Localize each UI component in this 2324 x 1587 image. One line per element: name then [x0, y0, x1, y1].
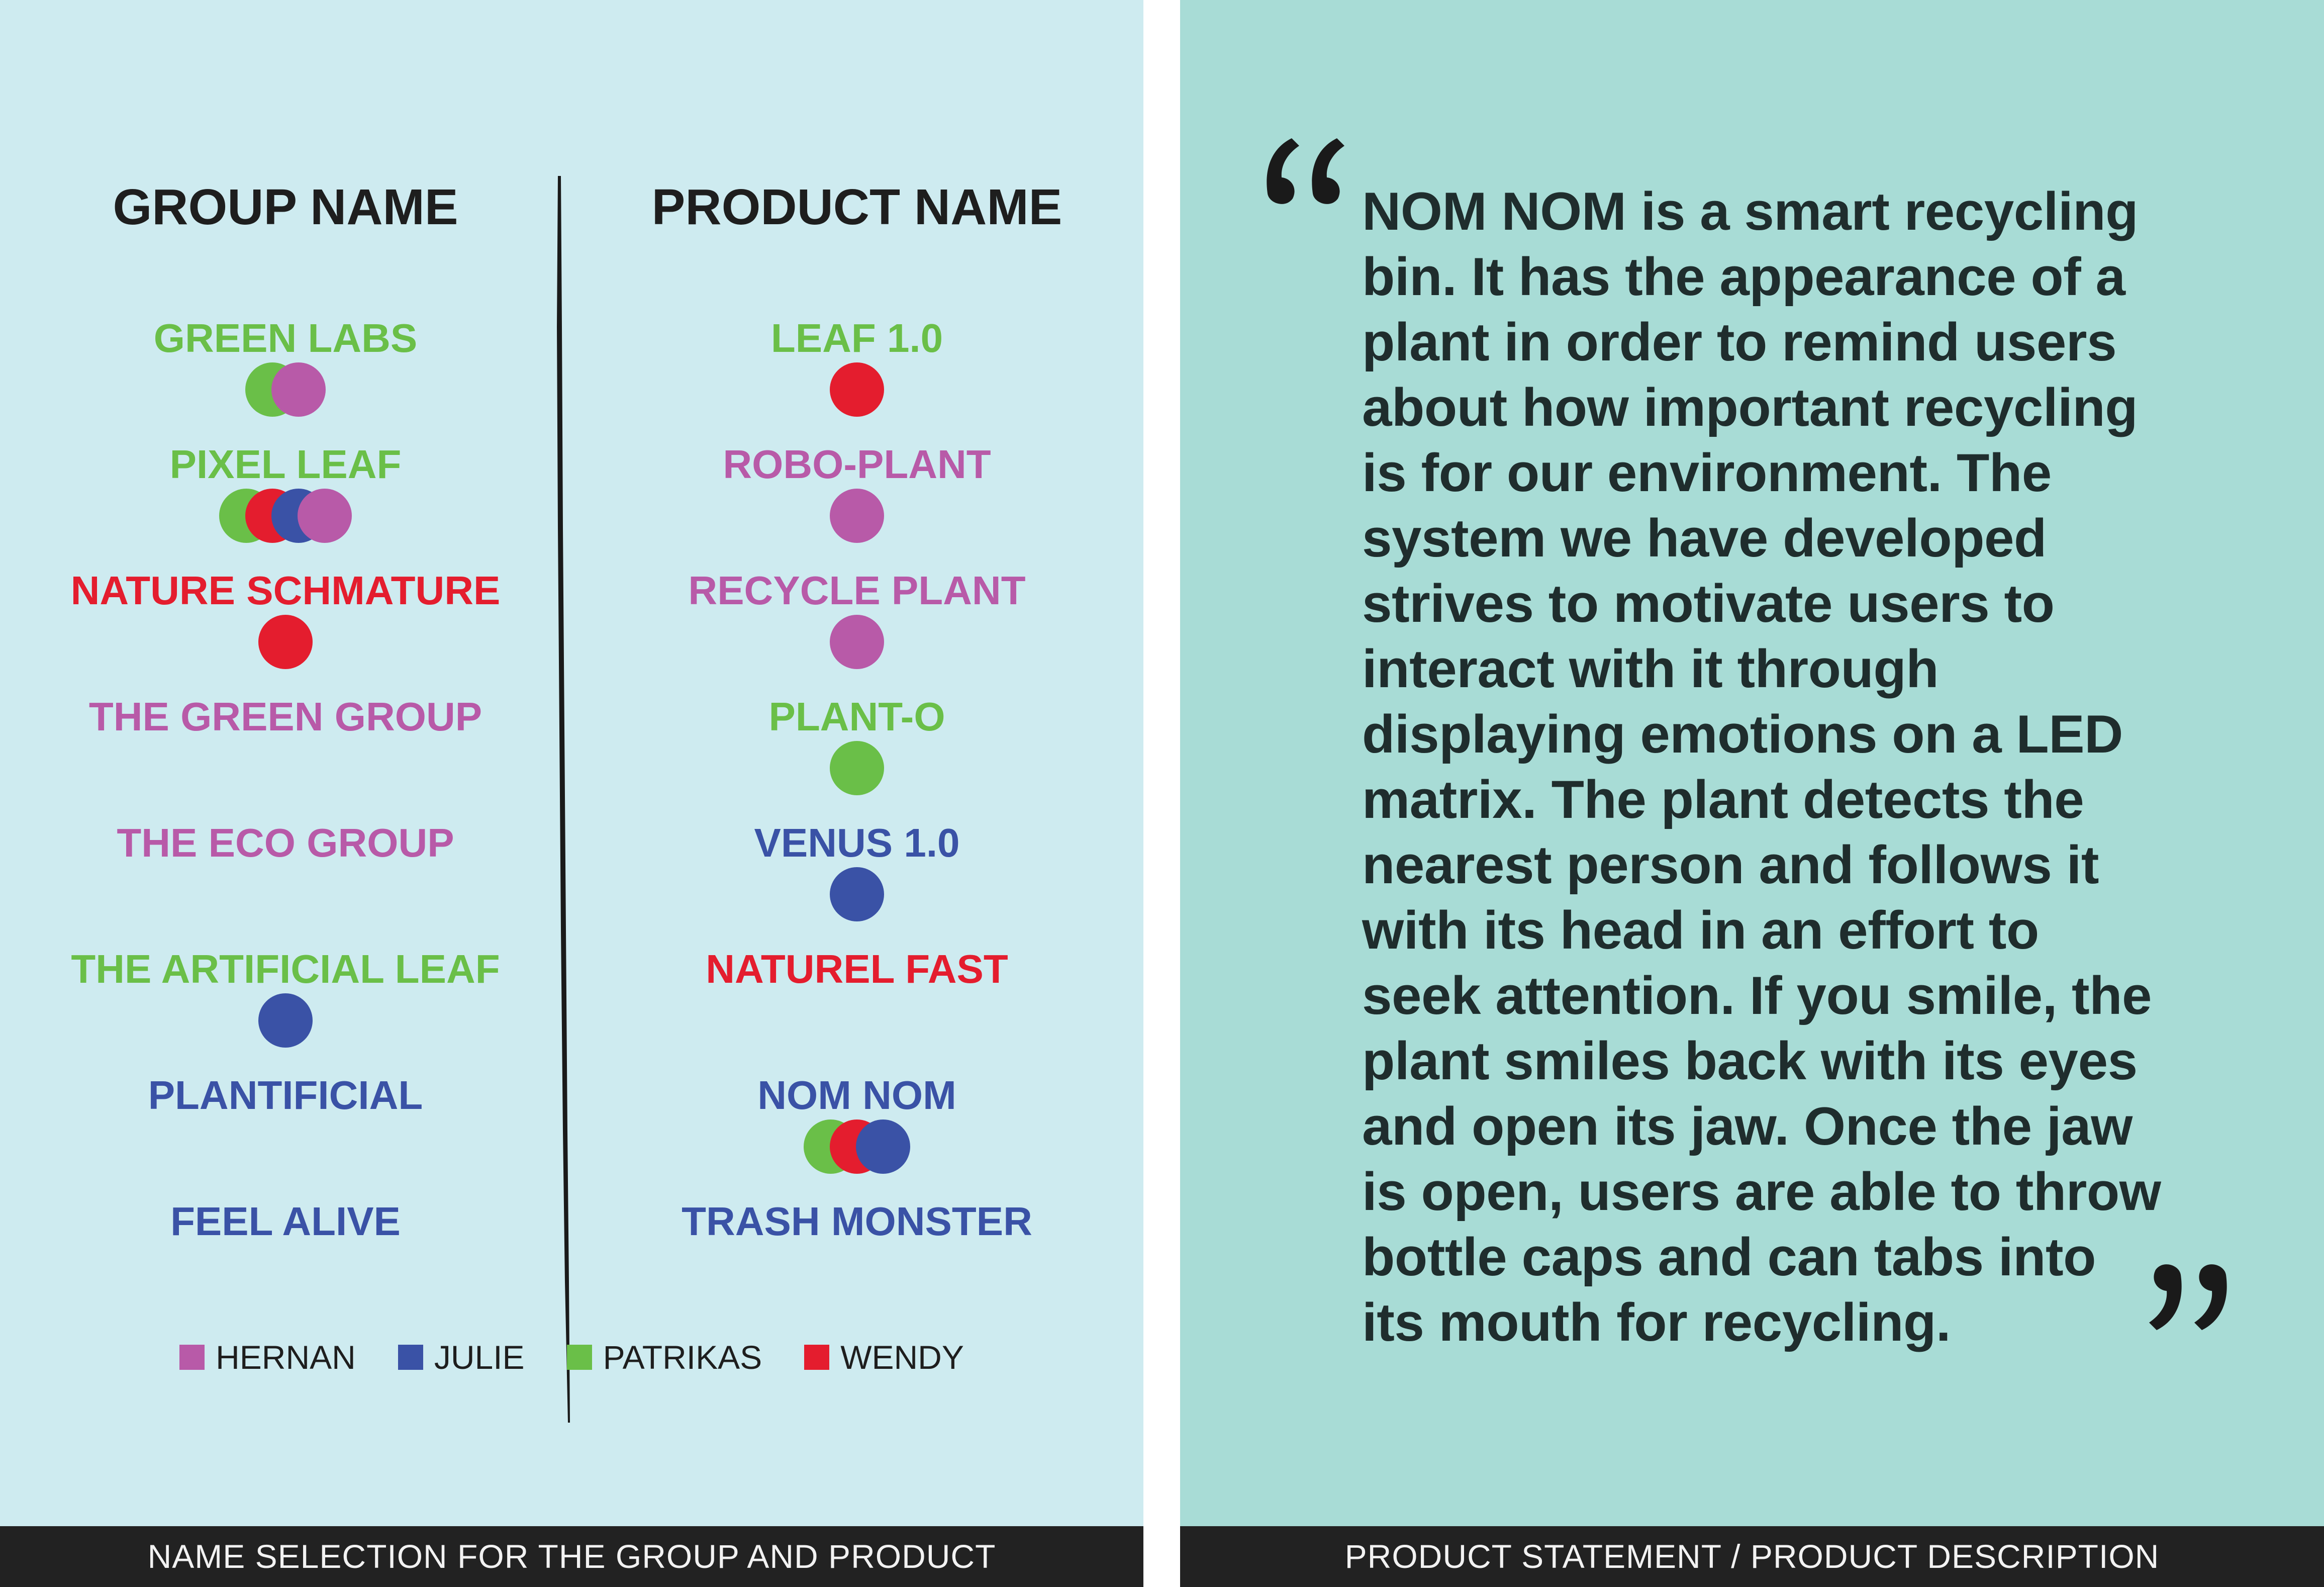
group-name-label: THE ECO GROUP	[117, 820, 454, 865]
right-footer-caption: PRODUCT STATEMENT / PRODUCT DESCRIPTION	[1180, 1526, 2324, 1587]
vote-dot-wendy	[258, 615, 313, 669]
vote-dots	[580, 1119, 1133, 1174]
legend-item-julie: JULIE	[398, 1338, 525, 1376]
group-name-entry: THE ECO GROUP	[9, 819, 562, 919]
group-name-entry: GREEN LABS	[9, 314, 562, 417]
group-name-entry: NATURE SCHMATURE	[9, 567, 562, 669]
statement-line: system we have developed	[1362, 508, 2047, 568]
vote-dot-hernan	[271, 362, 326, 417]
vote-dot-hernan	[830, 615, 884, 669]
vote-dots	[580, 741, 1133, 795]
vote-dots	[9, 993, 562, 1048]
statement-line: seek attention. If you smile, the	[1362, 965, 2152, 1025]
statement-line: matrix. The plant detects the	[1362, 769, 2084, 829]
group-name-label: PLANTIFICIAL	[148, 1073, 423, 1117]
product-statement-panel: NOM NOM is a smart recycling bin. It has …	[1180, 0, 2324, 1587]
voter-legend: HERNAN JULIE PATRIKAS WENDY	[0, 1337, 1143, 1377]
vote-dots	[580, 362, 1133, 417]
statement-line: its mouth for recycling.	[1362, 1292, 1951, 1352]
vote-dots	[580, 615, 1133, 669]
left-footer-caption: NAME SELECTION FOR THE GROUP AND PRODUCT	[0, 1526, 1143, 1587]
statement-line: displaying emotions on a LED	[1362, 704, 2123, 764]
group-name-entry: THE ARTIFICIAL LEAF	[9, 945, 562, 1048]
legend-swatch-julie	[398, 1345, 423, 1370]
product-name-entry: TRASH MONSTER	[580, 1197, 1133, 1298]
product-name-label: NATUREL FAST	[706, 947, 1008, 991]
group-name-label: GREEN LABS	[153, 316, 418, 360]
vote-dot-hernan	[830, 489, 884, 543]
statement-line: nearest person and follows it	[1362, 834, 2099, 895]
group-name-entry: FEEL ALIVE	[9, 1197, 562, 1298]
statement-line: with its head in an effort to	[1362, 900, 2039, 960]
vote-dot-wendy	[830, 362, 884, 417]
legend-label: JULIE	[434, 1339, 525, 1376]
statement-line: plant in order to remind users	[1362, 312, 2117, 372]
vote-dots	[9, 489, 562, 543]
product-name-entry: VENUS 1.0	[580, 819, 1133, 921]
legend-label: HERNAN	[216, 1339, 356, 1376]
product-name-label: NOM NOM	[757, 1073, 956, 1117]
close-quote-icon	[2149, 1264, 2227, 1330]
product-name-label: LEAF 1.0	[770, 316, 943, 360]
product-name-entry: ROBO-PLANT	[580, 440, 1133, 543]
statement-line: is for our environment. The	[1362, 442, 2052, 503]
product-name-label: VENUS 1.0	[754, 820, 960, 865]
legend-swatch-patrikas	[566, 1345, 592, 1370]
group-name-label: THE ARTIFICIAL LEAF	[71, 947, 500, 991]
statement-line: interact with it through	[1362, 638, 1939, 699]
legend-swatch-hernan	[179, 1345, 205, 1370]
product-name-entry: LEAF 1.0	[580, 314, 1133, 417]
legend-item-wendy: WENDY	[804, 1338, 964, 1376]
vote-dot-hernan	[298, 489, 352, 543]
legend-swatch-wendy	[804, 1345, 830, 1370]
product-name-entry: NATUREL FAST	[580, 945, 1133, 1046]
product-name-label: ROBO-PLANT	[723, 442, 991, 487]
product-name-entry: NOM NOM	[580, 1071, 1133, 1174]
group-name-label: FEEL ALIVE	[170, 1199, 401, 1244]
group-name-label: PIXEL LEAF	[169, 442, 402, 487]
product-statement-text: NOM NOM is a smart recycling bin. It has …	[1362, 178, 2186, 1355]
vote-dots	[580, 489, 1133, 543]
group-name-entry: PLANTIFICIAL	[9, 1071, 562, 1172]
product-name-entry: RECYCLE PLANT	[580, 567, 1133, 669]
statement-line: and open its jaw. Once the jaw	[1362, 1096, 2133, 1156]
product-name-entry: PLANT-O	[580, 693, 1133, 795]
vote-dots	[9, 615, 562, 669]
statement-line: bin. It has the appearance of a	[1362, 246, 2125, 307]
group-name-label: NATURE SCHMATURE	[70, 568, 501, 613]
product-name-heading: PRODUCT NAME	[651, 179, 1062, 235]
group-name-entry: PIXEL LEAF	[9, 440, 562, 543]
vote-dots	[9, 362, 562, 417]
legend-item-hernan: HERNAN	[179, 1338, 356, 1376]
vote-dot-julie	[856, 1119, 910, 1174]
group-name-label: THE GREEN GROUP	[88, 694, 482, 739]
statement-line: NOM NOM is a smart recycling	[1362, 181, 2138, 241]
product-name-label: TRASH MONSTER	[682, 1199, 1032, 1244]
product-name-label: RECYCLE PLANT	[688, 568, 1026, 613]
statement-line: strives to motivate users to	[1362, 573, 2055, 633]
product-name-label: PLANT-O	[768, 694, 945, 739]
group-name-entry: THE GREEN GROUP	[9, 693, 562, 793]
group-name-heading: GROUP NAME	[113, 179, 458, 235]
statement-line: is open, users are able to throw	[1362, 1161, 2161, 1222]
vote-dot-patrikas	[830, 741, 884, 795]
statement-line: bottle caps and can tabs into	[1362, 1227, 2096, 1287]
legend-label: WENDY	[840, 1339, 964, 1376]
statement-line: about how important recycling	[1362, 377, 2138, 437]
statement-line: plant smiles back with its eyes	[1362, 1031, 2138, 1091]
name-selection-panel: GROUP NAME GREEN LABS PIXEL LEAF NATURE SC…	[0, 0, 1143, 1587]
legend-item-patrikas: PATRIKAS	[566, 1338, 762, 1376]
vote-dot-julie	[830, 867, 884, 921]
legend-label: PATRIKAS	[603, 1339, 762, 1376]
vote-dots	[580, 867, 1133, 921]
open-quote-icon	[1267, 138, 1344, 204]
vote-dot-julie	[258, 993, 313, 1048]
